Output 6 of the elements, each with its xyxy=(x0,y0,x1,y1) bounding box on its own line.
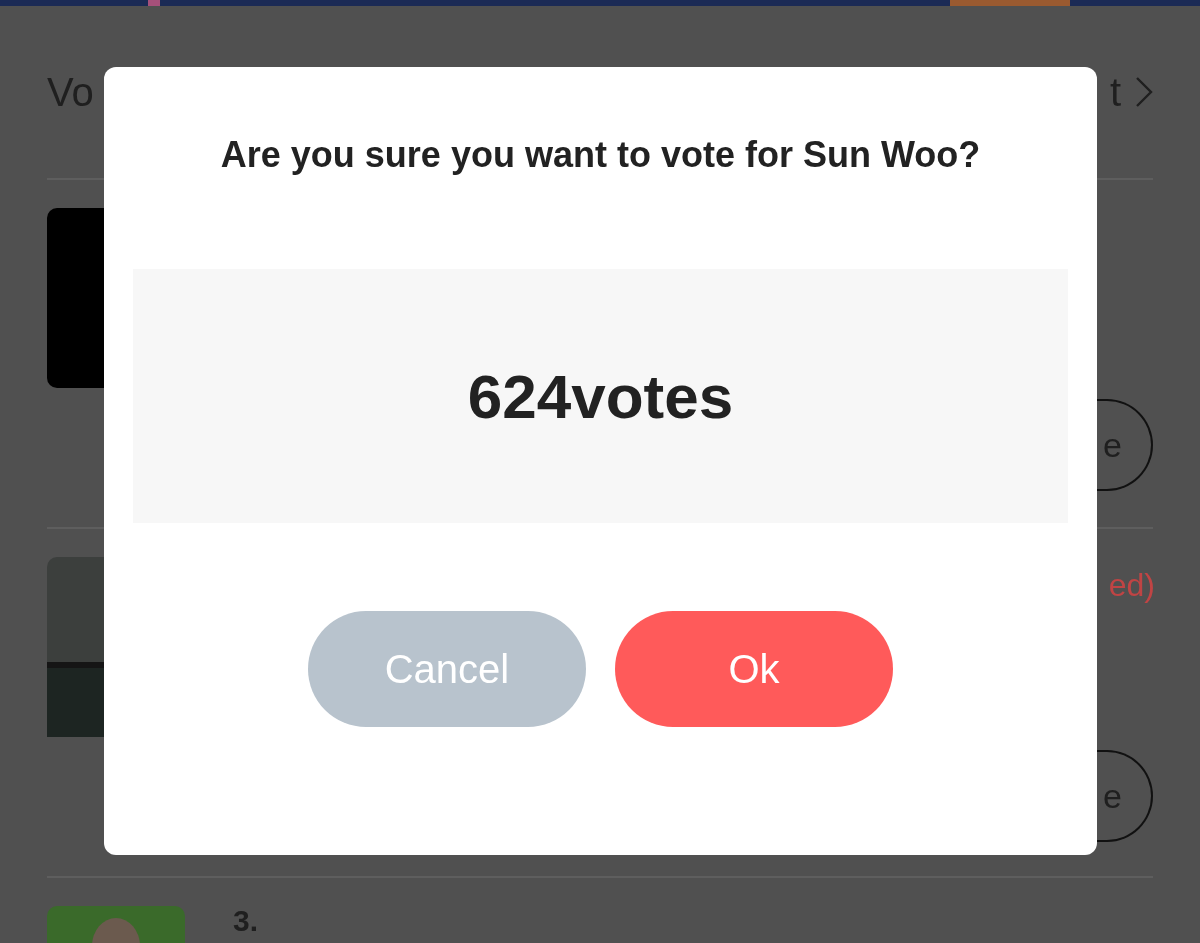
cancel-button[interactable]: Cancel xyxy=(308,611,586,727)
dialog-message: Are you sure you want to vote for Sun Woo? xyxy=(220,133,981,177)
chevron-right-icon xyxy=(1135,76,1153,108)
status-text: ed) xyxy=(1108,567,1155,604)
ok-button[interactable]: Ok xyxy=(615,611,893,727)
vote-count: 624votes xyxy=(467,360,734,432)
